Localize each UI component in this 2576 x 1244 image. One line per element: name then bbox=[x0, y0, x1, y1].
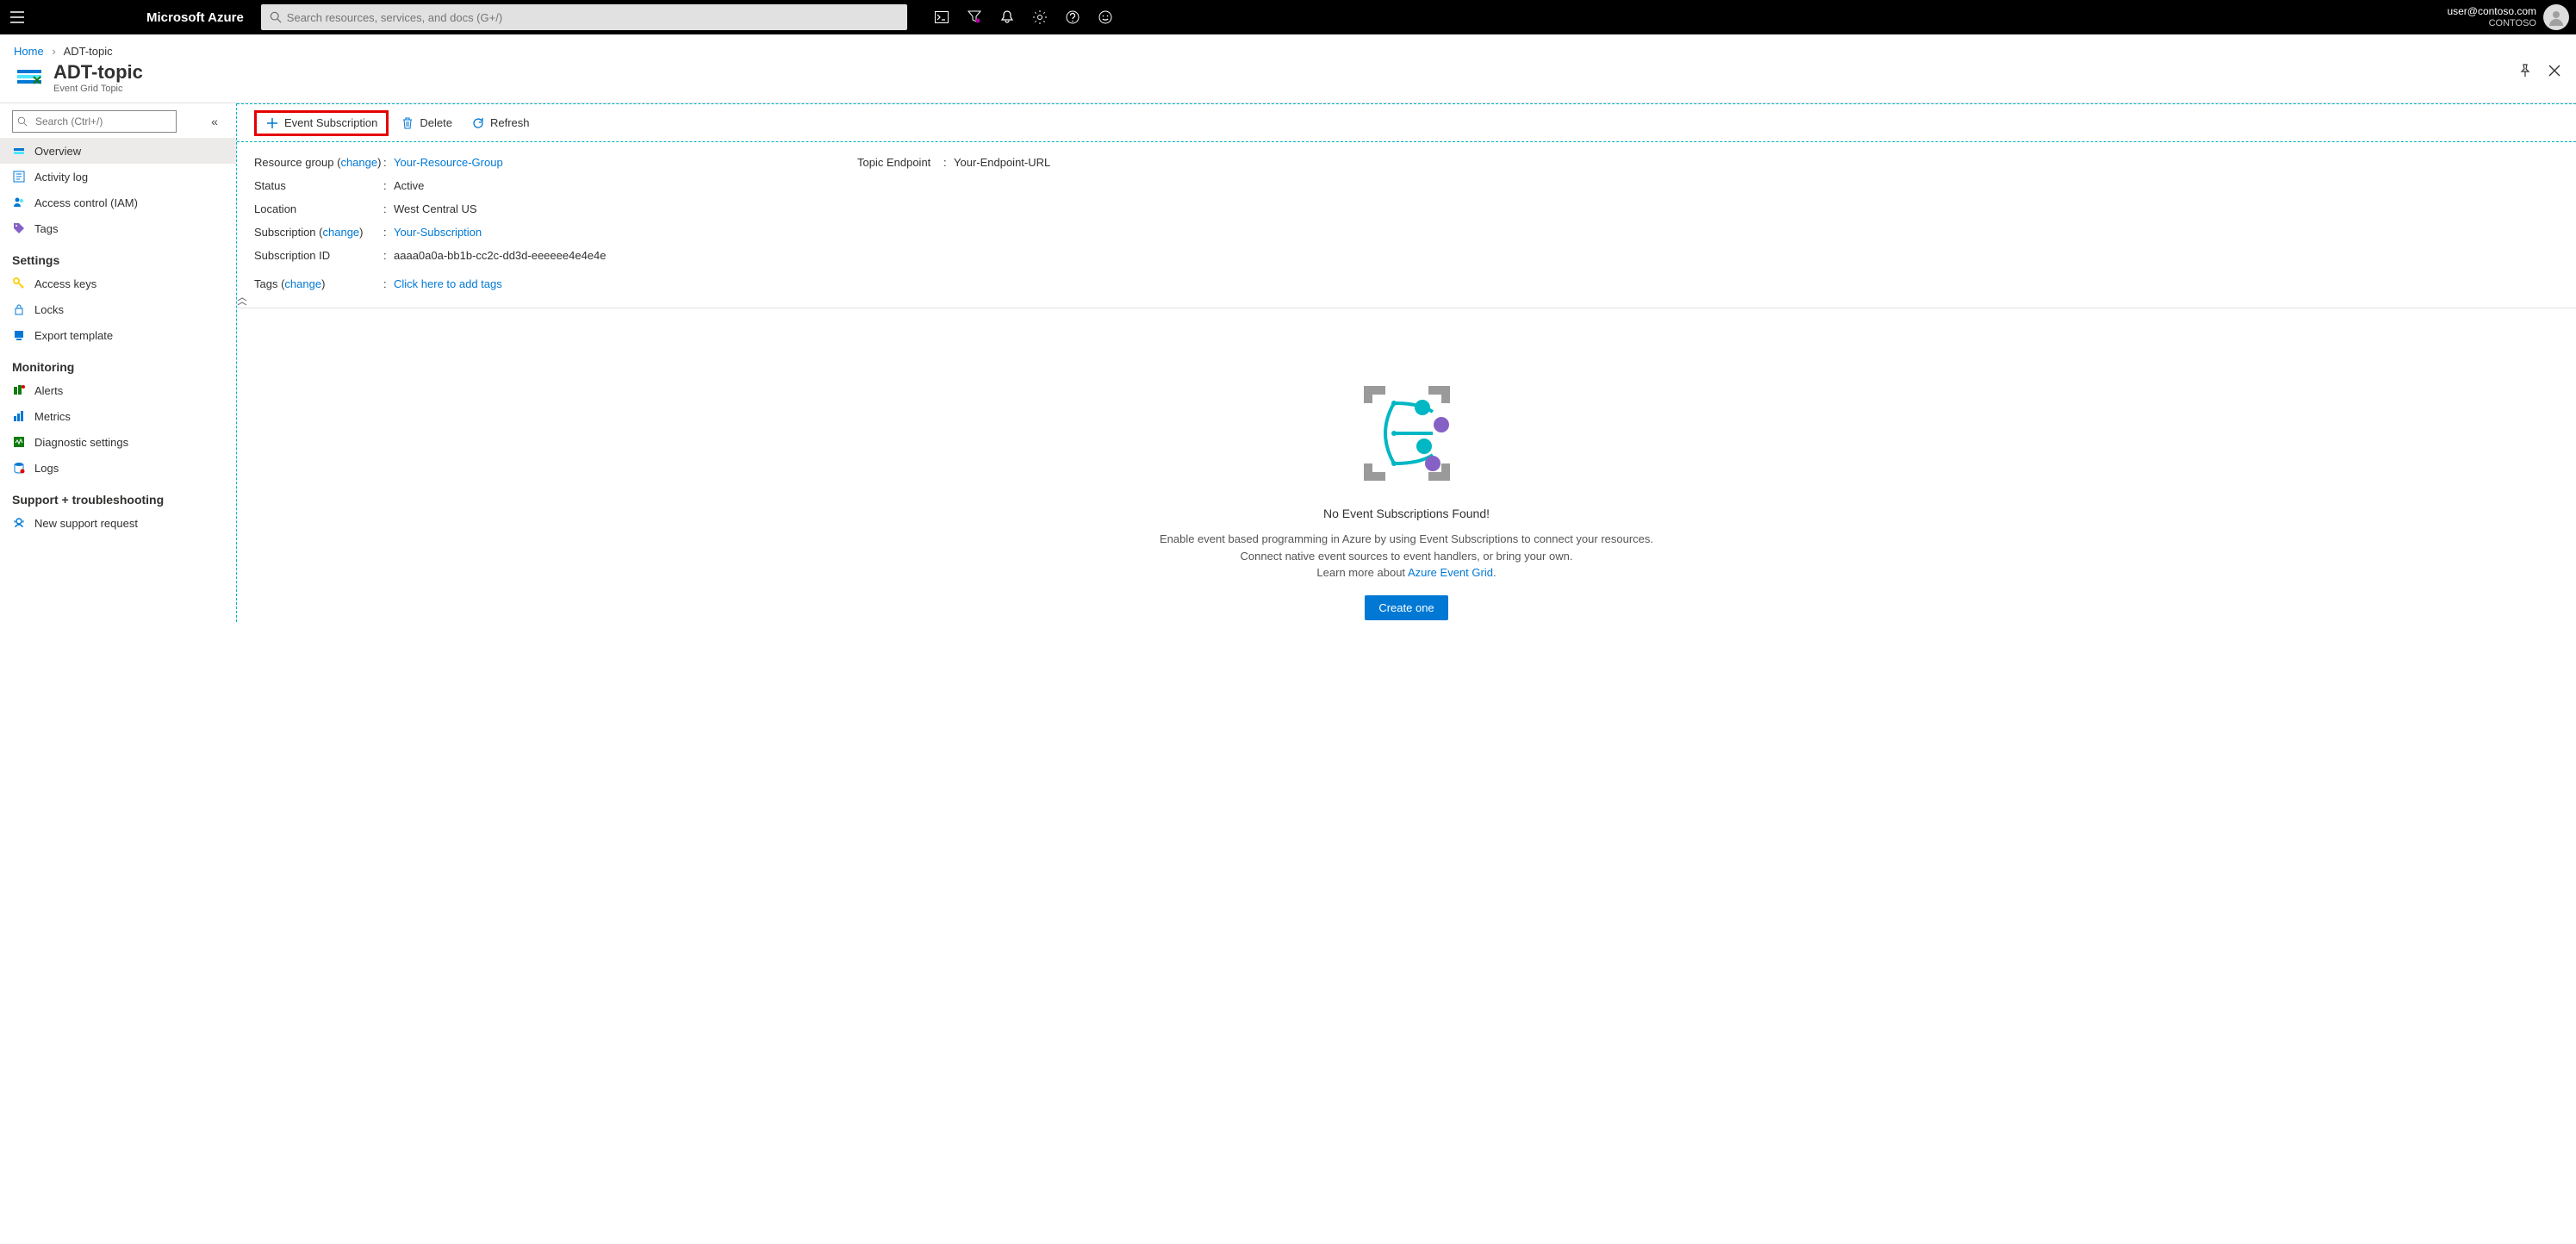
help-icon[interactable] bbox=[1064, 9, 1081, 26]
status-value: Active bbox=[394, 179, 806, 192]
sidebar-item-access-keys[interactable]: Access keys bbox=[0, 271, 236, 296]
sidebar-item-alerts[interactable]: Alerts bbox=[0, 377, 236, 403]
delete-button[interactable]: Delete bbox=[394, 113, 459, 134]
create-one-button[interactable]: Create one bbox=[1365, 595, 1447, 620]
lock-icon bbox=[12, 302, 26, 316]
sidebar-item-overview[interactable]: Overview bbox=[0, 138, 236, 164]
sidebar-group-settings: Settings bbox=[0, 241, 236, 271]
breadcrumb-home[interactable]: Home bbox=[14, 45, 44, 58]
event-grid-topic-icon bbox=[14, 62, 45, 93]
breadcrumb-current: ADT-topic bbox=[64, 45, 113, 58]
brand-label[interactable]: Microsoft Azure bbox=[146, 10, 244, 25]
location-value: West Central US bbox=[394, 202, 806, 215]
export-icon bbox=[12, 328, 26, 342]
command-bar: Event Subscription Delete Refresh bbox=[237, 104, 2576, 142]
avatar[interactable] bbox=[2543, 4, 2569, 30]
user-email: user@contoso.com bbox=[2447, 6, 2536, 17]
top-bar: Microsoft Azure user@contoso.com CONTOSO bbox=[0, 0, 2576, 34]
tags-icon bbox=[12, 221, 26, 235]
page-header: ADT-topic Event Grid Topic bbox=[0, 58, 2576, 103]
global-search-input[interactable] bbox=[287, 11, 899, 24]
key-icon bbox=[12, 277, 26, 290]
sidebar-search-input[interactable] bbox=[12, 110, 177, 133]
add-tags-link[interactable]: Click here to add tags bbox=[394, 277, 806, 290]
subscription-link[interactable]: Your-Subscription bbox=[394, 226, 806, 239]
menu-icon[interactable] bbox=[0, 0, 34, 34]
breadcrumb: Home › ADT-topic bbox=[0, 34, 2576, 58]
essentials: Resource group (change) : Your-Resource-… bbox=[237, 142, 2576, 295]
plus-icon bbox=[265, 116, 279, 130]
global-search[interactable] bbox=[261, 4, 907, 30]
activity-log-icon bbox=[12, 170, 26, 183]
topic-endpoint-value: Your-Endpoint-URL bbox=[954, 156, 2559, 169]
sidebar-item-export-template[interactable]: Export template bbox=[0, 322, 236, 348]
subscription-id-value: aaaa0a0a-bb1b-cc2c-dd3d-eeeeee4e4e4e bbox=[394, 249, 806, 262]
empty-title: No Event Subscriptions Found! bbox=[254, 507, 2559, 520]
resource-group-link[interactable]: Your-Resource-Group bbox=[394, 156, 806, 169]
collapse-essentials-icon[interactable] bbox=[237, 295, 2576, 308]
pin-icon[interactable] bbox=[2517, 63, 2533, 78]
event-grid-empty-icon bbox=[1342, 377, 1472, 489]
collapse-sidebar-icon[interactable]: « bbox=[205, 112, 224, 131]
alerts-icon bbox=[12, 383, 26, 397]
user-tenant: CONTOSO bbox=[2447, 18, 2536, 28]
cloud-shell-icon[interactable] bbox=[933, 9, 950, 26]
learn-event-grid-link[interactable]: Azure Event Grid bbox=[1408, 566, 1493, 579]
change-subscription-link[interactable]: change bbox=[323, 226, 360, 239]
sidebar-item-access-control[interactable]: Access control (IAM) bbox=[0, 190, 236, 215]
sidebar-item-logs[interactable]: Logs bbox=[0, 455, 236, 481]
logs-icon bbox=[12, 461, 26, 475]
main-content: Event Subscription Delete Refresh Resour… bbox=[237, 103, 2576, 622]
sidebar-group-support: Support + troubleshooting bbox=[0, 481, 236, 510]
page-subtitle: Event Grid Topic bbox=[53, 84, 143, 94]
access-control-icon bbox=[12, 196, 26, 209]
top-icons bbox=[933, 9, 1114, 26]
sidebar-item-new-support-request[interactable]: New support request bbox=[0, 510, 236, 536]
sidebar-item-locks[interactable]: Locks bbox=[0, 296, 236, 322]
change-resource-group-link[interactable]: change bbox=[340, 156, 377, 169]
trash-icon bbox=[401, 116, 414, 130]
sidebar: « Overview Activity log Access control (… bbox=[0, 103, 237, 622]
feedback-icon[interactable] bbox=[1097, 9, 1114, 26]
sidebar-group-monitoring: Monitoring bbox=[0, 348, 236, 377]
change-tags-link[interactable]: change bbox=[284, 277, 321, 290]
search-icon bbox=[17, 116, 28, 127]
support-icon bbox=[12, 516, 26, 530]
sidebar-item-metrics[interactable]: Metrics bbox=[0, 403, 236, 429]
refresh-button[interactable]: Refresh bbox=[464, 113, 537, 134]
sidebar-item-tags[interactable]: Tags bbox=[0, 215, 236, 241]
overview-icon bbox=[12, 144, 26, 158]
directory-filter-icon[interactable] bbox=[966, 9, 983, 26]
close-icon[interactable] bbox=[2547, 63, 2562, 78]
diagnostic-icon bbox=[12, 435, 26, 449]
empty-state: No Event Subscriptions Found! Enable eve… bbox=[237, 308, 2576, 638]
notifications-icon[interactable] bbox=[999, 9, 1016, 26]
add-event-subscription-button[interactable]: Event Subscription bbox=[254, 110, 389, 136]
page-title: ADT-topic bbox=[53, 61, 143, 84]
metrics-icon bbox=[12, 409, 26, 423]
refresh-icon bbox=[471, 116, 485, 130]
settings-icon[interactable] bbox=[1031, 9, 1048, 26]
sidebar-item-diagnostic-settings[interactable]: Diagnostic settings bbox=[0, 429, 236, 455]
sidebar-item-activity-log[interactable]: Activity log bbox=[0, 164, 236, 190]
user-block[interactable]: user@contoso.com CONTOSO bbox=[2447, 6, 2536, 28]
